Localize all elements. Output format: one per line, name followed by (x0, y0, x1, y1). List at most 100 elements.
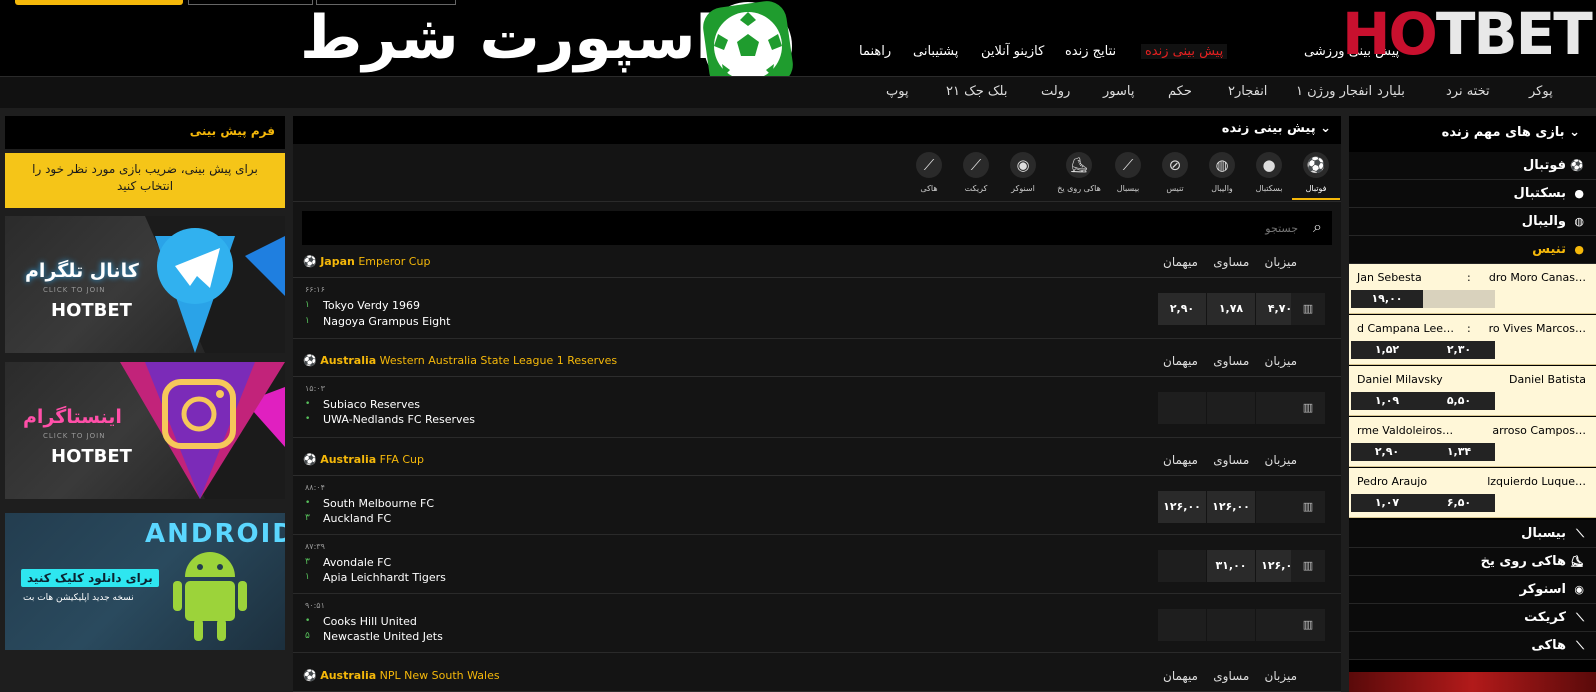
match-row[interactable]: ۸۷:۳۹ ۳ Avondale FC ۱ Apia Leichhardt Ti… (293, 536, 1341, 594)
telegram-banner[interactable]: کانال تلگرام CLICK TO JOIN HOTBET (5, 216, 285, 353)
match-row[interactable]: ۱۵:۰۳ • Subiaco Reserves • UWA-Nedlands … (293, 378, 1341, 438)
android-banner[interactable]: ANDROID برای دانلود کلیک کنید نسخه جدید … (5, 513, 285, 650)
soccer-ball-icon: ⚽ (303, 669, 317, 682)
nav-online-casino[interactable]: کازینو آنلاین (981, 44, 1044, 59)
odd-button[interactable]: ۵,۵۰ (1423, 392, 1495, 410)
menu-roulette[interactable]: رولت (1041, 84, 1070, 99)
tab-hockey[interactable]: ⟋ هاکی (905, 150, 953, 200)
match-row[interactable]: ۸۸:۰۴ • South Melbourne FC ۳ Auckland FC… (293, 477, 1341, 535)
odd-home[interactable] (1158, 392, 1206, 424)
match-time: ۸۷:۳۹ (305, 542, 325, 551)
odd-button[interactable]: ۱۹,۰۰ (1351, 290, 1423, 308)
sidebar-item-volleyball[interactable]: ◍والیبال (1349, 208, 1596, 236)
odd-draw[interactable] (1207, 609, 1255, 641)
stats-icon[interactable]: ▥ (1291, 293, 1325, 325)
menu-billiards[interactable]: بلیارد (1377, 84, 1405, 99)
league-title: ⚽ Japan Emperor Cup (303, 255, 431, 268)
tab-baseball[interactable]: ⟋ بیسبال (1104, 150, 1152, 200)
sidebar-item-baseball[interactable]: ⟋بیسبال (1349, 520, 1596, 548)
odd-home[interactable] (1158, 550, 1206, 582)
menu-poker[interactable]: پوکر (1529, 84, 1553, 99)
live-betting-panel: ⌄ پیش بینی زنده ⚽ فوتبال ● بسکتبال ◍ والیبا… (293, 116, 1341, 692)
column-headers: میزبان مساوی میهمان (1163, 354, 1297, 368)
odd-home[interactable] (1158, 609, 1206, 641)
search-input[interactable] (898, 217, 1298, 239)
live-match[interactable]: dro Moro Canas… : Jan Sebesta ۱۹,۰۰ (1349, 264, 1596, 314)
odd-button[interactable]: ۱,۰۹ (1351, 392, 1423, 410)
nav-help[interactable]: راهنما (859, 44, 891, 59)
banner-subtitle: CLICK TO JOIN (43, 432, 106, 440)
tab-ice-hockey[interactable]: ⛸ هاکی روی یخ (1051, 150, 1107, 200)
nav-live-betting[interactable]: پیش بینی زنده (1141, 44, 1228, 59)
odd-draw[interactable]: ۱,۷۸ (1207, 293, 1255, 325)
sidebar-item-snooker[interactable]: ◉اسنوکر (1349, 576, 1596, 604)
odd-button[interactable]: ۱,۳۴ (1423, 443, 1495, 461)
odd-button[interactable]: ۱,۵۲ (1351, 341, 1423, 359)
login-button[interactable] (15, 0, 183, 5)
menu-backgammon[interactable]: تخته نرد (1446, 84, 1490, 99)
match-row[interactable]: ۶۶:۱۶ ۱ Tokyo Verdy 1969 ۱ Nagoya Grampu… (293, 279, 1341, 339)
tab-tennis[interactable]: ⊘ تنیس (1151, 150, 1199, 200)
soccer-ball-icon: ⚽ (303, 255, 317, 268)
chevron-down-icon: ⌄ (1315, 121, 1331, 136)
menu-pasur[interactable]: پاسور (1103, 84, 1134, 99)
center-title[interactable]: ⌄ پیش بینی زنده (293, 116, 1341, 144)
sidebar-item-cricket[interactable]: ⟋کریکت (1349, 604, 1596, 632)
hotbet-logo[interactable]: HOTBET (1342, 4, 1593, 64)
live-match[interactable]: lzquierdo Luque… Pedro Araujo ۶,۵۰ ۱,۰۷ (1349, 468, 1596, 518)
sidebar-item-basketball[interactable]: ●بسکتبال (1349, 180, 1596, 208)
instagram-graphic (120, 362, 285, 499)
tab-basketball[interactable]: ● بسکتبال (1245, 150, 1293, 200)
odd-draw[interactable]: ۱۲۶,۰۰ (1207, 491, 1255, 523)
sidebar-item-tennis[interactable]: ●تنیس (1349, 236, 1596, 264)
sidebar-item-hockey[interactable]: ⟋هاکی (1349, 632, 1596, 660)
stats-icon[interactable]: ▥ (1291, 392, 1325, 424)
team2-name: Apia Leichhardt Tigers (323, 571, 446, 584)
menu-crash-v1[interactable]: انفجار ورژن ۱ (1296, 84, 1372, 99)
search-bar[interactable]: ⌕ (302, 211, 1332, 245)
odd-draw[interactable] (1207, 392, 1255, 424)
stats-icon[interactable]: ▥ (1291, 491, 1325, 523)
menu-crash-2[interactable]: انفجار۲ (1228, 84, 1267, 99)
instagram-banner[interactable]: اینستاگرام CLICK TO JOIN HOTBET (5, 362, 285, 499)
menu-hokm[interactable]: حکم (1168, 84, 1192, 99)
odd-button[interactable]: ۲,۹۰ (1351, 443, 1423, 461)
odd-button[interactable] (1423, 290, 1495, 308)
right-panel-title[interactable]: ⌄ بازی های مهم زنده (1349, 116, 1596, 150)
download-button[interactable]: برای دانلود کلیک کنید (21, 569, 159, 587)
basketball-icon: ● (1256, 152, 1282, 178)
live-match[interactable]: Daniel Batista Daniel Milavsky ۵,۵۰ ۱,۰۹ (1349, 366, 1596, 416)
search-icon[interactable]: ⌕ (1313, 217, 1322, 237)
banner-brand: HOTBET (51, 300, 132, 321)
username-input[interactable] (188, 0, 313, 5)
tab-football[interactable]: ⚽ فوتبال (1292, 150, 1340, 200)
promo-banner[interactable] (1349, 672, 1596, 692)
match-time: ۸۸:۰۴ (305, 483, 325, 492)
nav-support[interactable]: پشتیبانی (913, 44, 958, 59)
tab-snooker[interactable]: ◉ اسنوکر (999, 150, 1047, 200)
sidebar-item-ice-hockey[interactable]: ⛸هاکی روی یخ (1349, 548, 1596, 576)
odd-draw[interactable]: ۳۱,۰۰ (1207, 550, 1255, 582)
team1-score: ۱ (305, 300, 310, 310)
odd-button[interactable]: ۲,۳۰ (1423, 341, 1495, 359)
sidebar-item-football[interactable]: ⚽فوتبال (1349, 152, 1596, 180)
live-match[interactable]: arroso Campos… rme Valdoleiros… ۱,۳۴ ۲,۹… (1349, 417, 1596, 467)
menu-pop[interactable]: پوپ (886, 84, 909, 99)
menu-blackjack[interactable]: بلک جک ۲۱ (946, 84, 1007, 99)
tab-cricket[interactable]: ⟋ کریکت (952, 150, 1000, 200)
odd-button[interactable]: ۶,۵۰ (1423, 494, 1495, 512)
odd-home[interactable]: ۱۲۶,۰۰ (1158, 491, 1206, 523)
home-player: lzquierdo Luque… (1487, 475, 1586, 488)
odd-button[interactable]: ۱,۰۷ (1351, 494, 1423, 512)
stats-icon[interactable]: ▥ (1291, 609, 1325, 641)
team2-name: UWA-Nedlands FC Reserves (323, 413, 475, 426)
stats-icon[interactable]: ▥ (1291, 550, 1325, 582)
odd-home[interactable]: ۲,۹۰ (1158, 293, 1206, 325)
nav-live-results[interactable]: نتایج زنده (1065, 44, 1116, 59)
column-headers: میزبان مساوی میهمان (1163, 255, 1297, 269)
match-row[interactable]: ۹۰:۵۱ • Cooks Hill United ۵ Newcastle Un… (293, 595, 1341, 653)
live-match[interactable]: ro Vives Marcos… : d Campana Lee… ۲,۳۰ ۱… (1349, 315, 1596, 365)
tab-volleyball[interactable]: ◍ والیبال (1198, 150, 1246, 200)
league-header: ⚽ Japan Emperor Cup میزبان مساوی میهمان (293, 248, 1341, 278)
hockey-icon: ⟋ (916, 152, 942, 178)
